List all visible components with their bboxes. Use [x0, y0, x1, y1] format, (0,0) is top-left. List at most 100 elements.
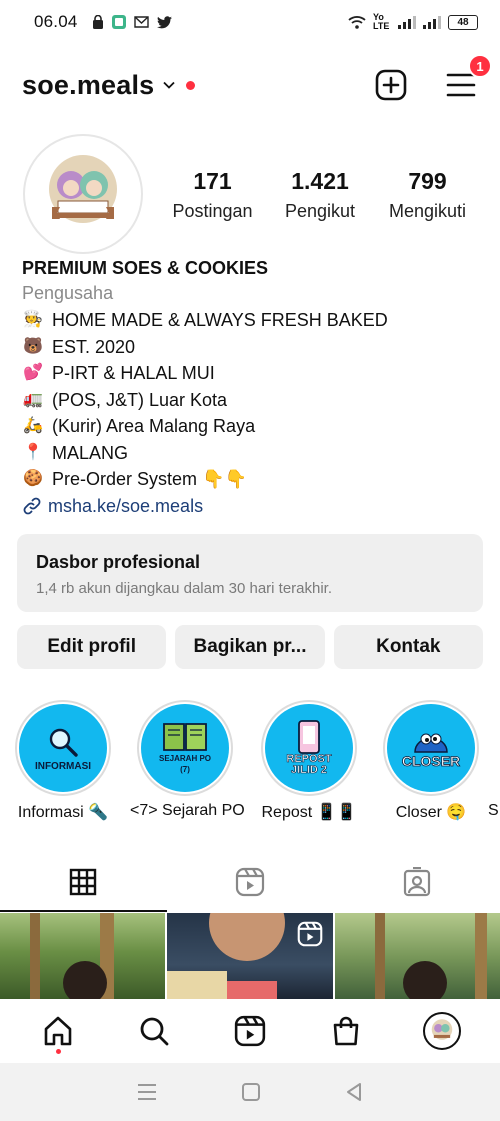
menu-notification-badge: 1	[468, 54, 492, 78]
volte-indicator: Yo LTE	[373, 12, 390, 31]
magnifier-icon	[49, 728, 78, 757]
nav-profile[interactable]	[412, 1006, 472, 1056]
status-time: 06.04	[34, 12, 78, 31]
status-bar: 06.04 Yo LTE 48	[0, 0, 500, 44]
bio-text: Pre-Order System 👇👇	[52, 469, 247, 489]
status-right-icons: Yo LTE 48	[348, 13, 478, 31]
tab-tagged[interactable]	[333, 852, 500, 912]
truck-icon: 🚛	[23, 390, 43, 408]
bio-text: (Kurir) Area Malang Raya	[52, 416, 256, 436]
contact-button[interactable]: Kontak	[333, 625, 483, 669]
tab-posts-grid[interactable]	[0, 852, 167, 912]
link-icon	[23, 497, 41, 514]
profile-actions: Edit profil Bagikan pr... Kontak	[17, 625, 483, 669]
nav-reels[interactable]	[220, 1006, 280, 1056]
bio-text: EST. 2020	[52, 336, 136, 357]
highlight-ring: REPOST JILID 2	[261, 700, 357, 796]
phone-icon	[298, 720, 320, 754]
status-left-icons	[92, 15, 172, 29]
cookie-monster-icon	[414, 733, 448, 753]
stat-label: Pengikut	[284, 201, 356, 221]
twitter-icon	[156, 15, 172, 28]
nav-home[interactable]	[28, 1006, 88, 1056]
bio-text: P-IRT & HALAL MUI	[52, 363, 215, 383]
signal-icon	[398, 15, 416, 29]
post-thumbnail[interactable]	[0, 913, 166, 999]
highlight-label: Informasi 🔦	[17, 804, 109, 821]
home-button-icon[interactable]	[241, 1082, 261, 1102]
back-icon[interactable]	[344, 1082, 364, 1102]
highlight-ring: CLOSER	[383, 700, 479, 796]
notification-dot	[55, 1049, 61, 1054]
soe-meals-logo	[30, 141, 136, 247]
menu-button[interactable]: 1	[444, 54, 492, 102]
edit-profile-button[interactable]: Edit profil	[17, 625, 167, 669]
book-icon	[163, 723, 207, 751]
dashboard-subtitle: 1,4 rb akun dijangkau dalam 30 hari tera…	[36, 580, 333, 597]
bio-name: PREMIUM SOES & COOKIES	[22, 258, 269, 278]
search-icon	[140, 1017, 169, 1046]
reels-icon	[234, 1015, 266, 1047]
bio-line: 🚛 (POS, J&T) Luar Kota	[22, 387, 482, 414]
recent-apps-icon[interactable]	[136, 1082, 158, 1102]
profile-avatar-small	[423, 1012, 461, 1050]
nav-shop[interactable]	[316, 1006, 376, 1056]
lock-icon	[92, 15, 103, 29]
account-username[interactable]: soe.meals	[22, 70, 154, 101]
bio-category: Pengusaha	[22, 283, 114, 303]
notification-dot	[186, 80, 196, 90]
professional-dashboard[interactable]: Dasbor profesional 1,4 rb akun dijangkau…	[17, 534, 483, 612]
battery-indicator: 48	[448, 14, 478, 30]
highlight-partial[interactable]: S	[488, 700, 500, 820]
app-icon	[111, 15, 126, 29]
highlight-closer[interactable]: CLOSER Closer 🤤	[376, 700, 486, 822]
highlight-cover: INFORMASI	[19, 704, 107, 792]
share-profile-button[interactable]: Bagikan pr...	[175, 625, 325, 669]
stat-label: Mengikuti	[388, 201, 467, 221]
highlight-cover-text: CLOSER	[401, 752, 461, 769]
tab-reels[interactable]	[167, 852, 334, 912]
stat-following[interactable]: 799 Mengikuti	[375, 168, 480, 222]
highlight-ring: SEJARAH PO (7)	[137, 700, 233, 796]
stat-posts[interactable]: 171 Postingan	[160, 168, 265, 222]
story-highlights: INFORMASI Informasi 🔦 SEJARAH PO (7) <7>…	[0, 700, 500, 830]
signal-icon	[423, 15, 441, 29]
bio-line: 🐻 EST. 2020	[22, 334, 482, 361]
shop-icon	[333, 1016, 359, 1046]
reels-icon	[235, 867, 265, 897]
create-post-button[interactable]	[374, 68, 408, 102]
nav-search[interactable]	[124, 1006, 184, 1056]
stat-value: 799	[408, 168, 447, 194]
profile-stats: 171 Postingan 1.421 Pengikut 799 Mengiku…	[160, 168, 480, 222]
gmail-icon	[133, 16, 149, 28]
bio-link[interactable]: msha.ke/soe.meals	[22, 493, 482, 519]
bio-link-text[interactable]: msha.ke/soe.meals	[48, 493, 203, 519]
stat-followers[interactable]: 1.421 Pengikut	[268, 168, 373, 222]
post-thumbnail[interactable]	[334, 913, 500, 999]
posts-grid	[0, 913, 500, 999]
hearts-icon: 💕	[23, 364, 43, 381]
post-thumbnail[interactable]	[167, 913, 333, 999]
stat-label: Postingan	[172, 201, 253, 221]
highlight-label: S	[488, 802, 499, 819]
header-actions: 1	[374, 54, 492, 102]
bottom-navigation	[0, 999, 500, 1063]
home-icon	[44, 1016, 72, 1046]
highlight-ring: INFORMASI	[15, 700, 111, 796]
cookie-icon: 🍪	[23, 470, 43, 487]
scooter-icon: 🛵	[23, 417, 43, 434]
bio-text: (POS, J&T) Luar Kota	[52, 389, 228, 410]
highlight-sejarah-po[interactable]: SEJARAH PO (7) <7> Sejarah PO	[130, 700, 245, 820]
chevron-down-icon[interactable]	[162, 78, 176, 92]
profile-header: soe.meals 1	[0, 54, 500, 110]
dashboard-title: Dasbor profesional	[36, 552, 201, 572]
highlight-label: Closer 🤤	[395, 804, 467, 821]
avatar-image	[30, 141, 136, 247]
bear-icon: 🐻	[23, 337, 43, 355]
hamburger-menu-icon	[446, 73, 476, 97]
grid-icon	[70, 868, 97, 896]
stat-value: 1.421	[291, 168, 349, 194]
highlight-repost[interactable]: REPOST JILID 2 Repost 📱📱	[254, 700, 364, 822]
highlight-informasi[interactable]: INFORMASI Informasi 🔦	[8, 700, 118, 822]
profile-avatar[interactable]	[23, 134, 143, 254]
